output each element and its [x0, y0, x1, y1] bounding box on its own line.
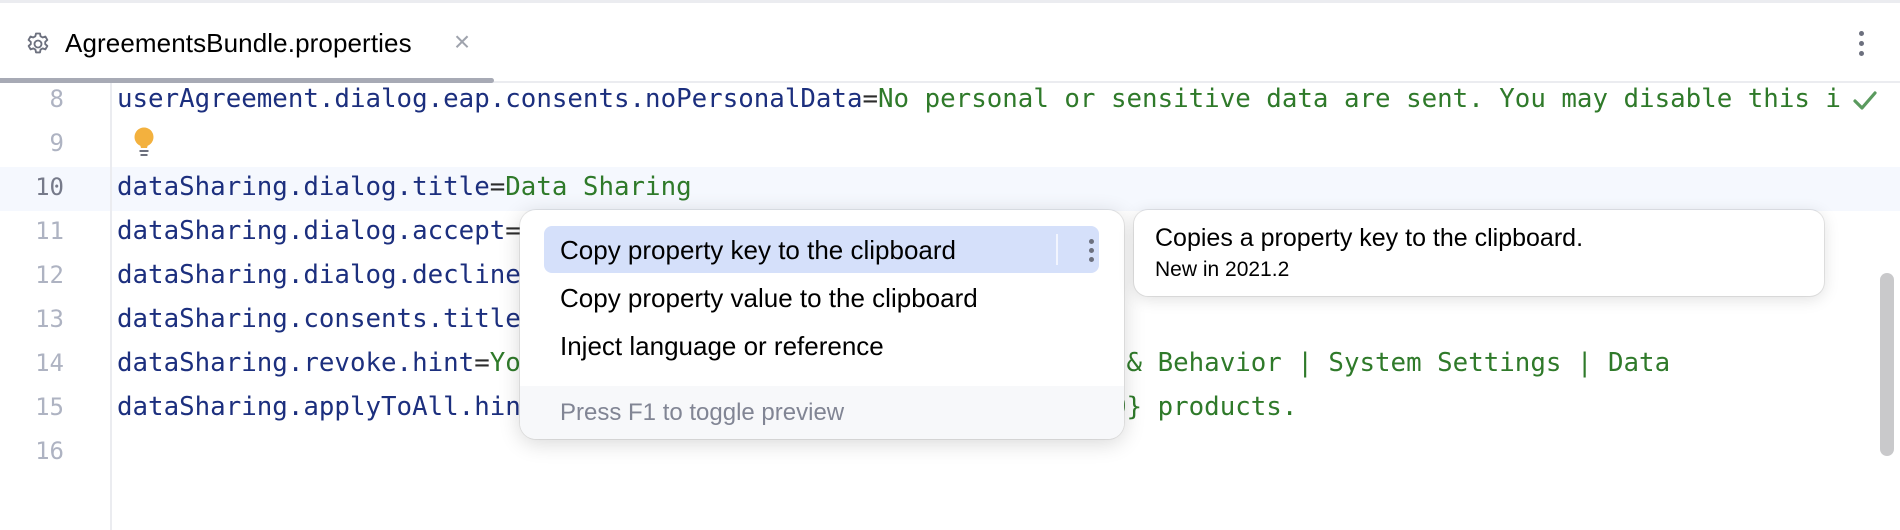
code-line: 8 userAgreement.dialog.eap.consents.noPe… [0, 79, 1900, 123]
tooltip-title: Copies a property key to the clipboard. [1155, 224, 1584, 252]
menu-item-label: Inject language or reference [560, 331, 884, 361]
lightbulb-icon[interactable] [133, 127, 155, 159]
line-number: 10 [35, 173, 64, 201]
menu-item-label: Copy property key to the clipboard [560, 235, 956, 265]
check-icon[interactable] [1852, 89, 1878, 111]
menu-item-copy-key[interactable]: Copy property key to the clipboard [544, 226, 1099, 273]
menu-item-inject-language[interactable]: Inject language or reference [544, 322, 1099, 369]
menu-item-copy-value[interactable]: Copy property value to the clipboard [544, 274, 1099, 321]
line-number: 9 [49, 129, 64, 157]
property-key: dataSharing.dialog.title [117, 172, 490, 202]
property-key: dataSharing.dialog.accept [117, 216, 506, 246]
line-number: 8 [49, 85, 64, 113]
code-line-current: 10 dataSharing.dialog.title=Data Sharing [0, 167, 1900, 211]
line-number: 13 [35, 305, 64, 333]
code-line: 9 [0, 123, 1900, 167]
property-key: dataSharing.applyToAll.hin [117, 392, 521, 422]
intention-actions-popup: Copy property key to the clipboard Copy … [520, 210, 1124, 439]
action-description-tooltip: Copies a property key to the clipboard. … [1134, 210, 1824, 296]
line-text: dataSharing.consents.title [117, 304, 521, 334]
tab-title: AgreementsBundle.properties [65, 28, 412, 58]
line-number: 11 [35, 217, 64, 245]
popup-footer: Press F1 to toggle preview [520, 386, 1124, 439]
property-key: dataSharing.consents.title [117, 304, 521, 334]
property-key: userAgreement.dialog.eap.consents.noPers… [117, 84, 863, 114]
line-number: 15 [35, 393, 64, 421]
close-tab-icon[interactable]: × [450, 27, 474, 57]
line-number: 12 [35, 261, 64, 289]
vertical-scrollbar-thumb[interactable] [1880, 273, 1894, 456]
line-text: dataSharing.dialog.title=Data Sharing [117, 172, 692, 202]
property-value: No personal or sensitive data are sent. … [878, 84, 1841, 114]
equals-sign: = [474, 348, 490, 378]
editor-tab-bar: AgreementsBundle.properties × [0, 3, 1900, 83]
equals-sign: = [489, 172, 506, 202]
menu-item-label: Copy property value to the clipboard [560, 283, 978, 313]
line-text: userAgreement.dialog.eap.consents.noPers… [117, 84, 1841, 114]
tab-agreements-bundle[interactable]: AgreementsBundle.properties × [0, 3, 494, 83]
tooltip-subtitle: New in 2021.2 [1155, 258, 1290, 281]
gutter-divider [110, 83, 112, 530]
line-number: 16 [35, 437, 64, 465]
gear-icon [27, 32, 49, 54]
property-key: dataSharing.revoke.hint [117, 348, 475, 378]
menu-item-divider [1056, 234, 1058, 265]
line-text: dataSharing.dialog.decline [117, 260, 521, 290]
line-number: 14 [35, 349, 64, 377]
equals-sign: = [862, 84, 879, 114]
more-options-icon[interactable] [1082, 234, 1102, 266]
equals-sign: = [505, 216, 521, 246]
property-key: dataSharing.dialog.decline [117, 260, 521, 290]
line-text: dataSharing.dialog.accept= [117, 216, 521, 246]
tab-bar-more-icon[interactable] [1850, 27, 1874, 61]
footer-hint: Press F1 to toggle preview [560, 399, 845, 426]
property-value: Data Sharing [505, 172, 692, 202]
